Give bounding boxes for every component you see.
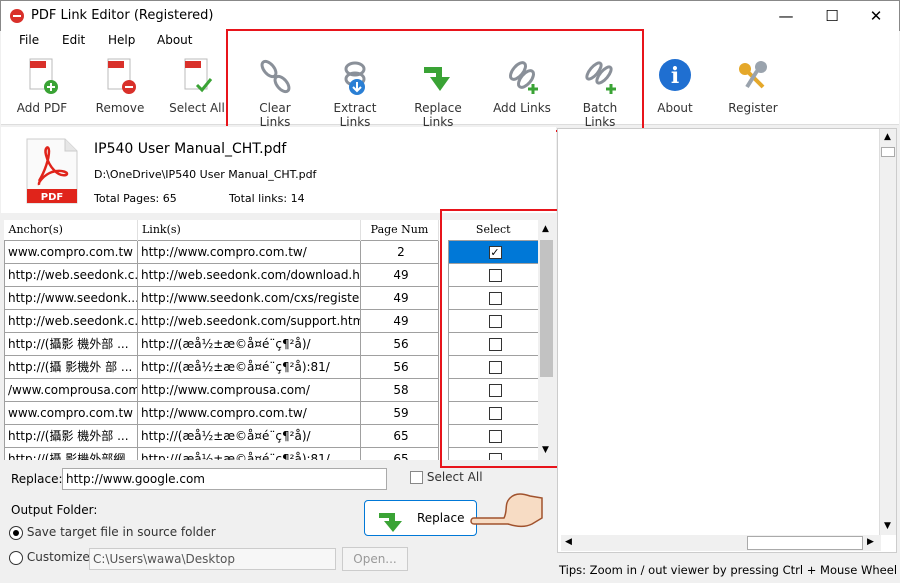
page-cell: 49: [360, 308, 439, 333]
pdf-icon-label: PDF: [41, 192, 63, 203]
total-links: Total links: 14: [229, 192, 305, 205]
output-folder-label: Output Folder:: [11, 503, 98, 517]
select-column-highlight-box: [440, 209, 562, 468]
page-cell: 58: [360, 377, 439, 402]
link-cell: http://www.compro.com.tw/: [137, 239, 361, 264]
replace-input[interactable]: [62, 468, 387, 490]
radio-source-folder[interactable]: Save target file in source folder: [9, 525, 216, 540]
remove-pdf-icon: [107, 58, 136, 94]
page-cell: 49: [360, 262, 439, 287]
radio-source-folder-indicator[interactable]: [9, 525, 23, 540]
link-cell: http://(æå½±æ©å¤é¨ç¶²å)/: [137, 331, 361, 356]
remove-label: Remove: [95, 101, 145, 115]
file-info-panel: PDF IP540 User Manual_CHT.pdf D:\OneDriv…: [1, 127, 556, 213]
header-link[interactable]: Link(s): [137, 220, 361, 240]
link-cell: http://web.seedonk.com/support.html: [137, 308, 361, 333]
replace-button[interactable]: Replace: [364, 500, 477, 536]
link-cell: http://web.seedonk.com/download.ht...: [137, 262, 361, 287]
page-cell: 65: [360, 423, 439, 448]
anchor-cell: http://(攝影 機外部 ...: [4, 331, 138, 356]
add-pdf-button[interactable]: Add PDF: [15, 57, 69, 115]
status-tips: Tips: Zoom in / out viewer by pressing C…: [559, 563, 898, 577]
info-icon: i: [659, 59, 691, 91]
total-pages: Total Pages: 65: [94, 192, 177, 205]
anchor-cell: /www.comprousa.com: [4, 377, 138, 402]
page-cell: 56: [360, 354, 439, 379]
replace-button-label: Replace: [417, 511, 465, 525]
select-all-label: Select All: [169, 101, 225, 115]
minimize-button[interactable]: —: [763, 1, 809, 32]
anchor-cell: www.compro.com.tw: [4, 239, 138, 264]
radio-source-folder-label: Save target file in source folder: [26, 525, 216, 539]
viewer-scroll-down-icon[interactable]: ▼: [884, 521, 891, 531]
page-cell: 65: [360, 446, 439, 460]
page-cell: 59: [360, 400, 439, 425]
link-cell: http://(æå½±æ©å¤é¨ç¶²å):81/: [137, 446, 361, 460]
viewer-scroll-up-icon[interactable]: ▲: [884, 132, 891, 142]
menu-file[interactable]: File: [19, 33, 39, 47]
pointing-hand-icon: [470, 493, 543, 528]
radio-customize[interactable]: Customize:: [9, 550, 94, 565]
title-bar: PDF Link Editor (Registered) — ☐ ✕: [0, 0, 900, 31]
add-pdf-label: Add PDF: [16, 101, 68, 115]
green-arrow-icon: [379, 513, 402, 532]
anchor-cell: http://(攝影 機外部 ...: [4, 423, 138, 448]
anchor-cell: http://www.seedonk....: [4, 285, 138, 310]
link-cell: http://www.compro.com.tw/: [137, 400, 361, 425]
add-pdf-icon: [29, 58, 58, 94]
radio-customize-indicator[interactable]: [9, 550, 23, 565]
window-title: PDF Link Editor (Registered): [31, 8, 214, 23]
remove-button[interactable]: Remove: [93, 57, 147, 115]
anchor-cell: http://(攝 影機外部網: [4, 446, 138, 460]
select-all-checkbox[interactable]: Select All: [410, 470, 483, 484]
file-name: IP540 User Manual_CHT.pdf: [94, 141, 287, 157]
header-anchor[interactable]: Anchor(s): [4, 220, 138, 240]
app-icon: [10, 9, 24, 23]
maximize-button[interactable]: ☐: [809, 1, 855, 32]
viewer-horizontal-scrollbar[interactable]: ◀ ▶: [561, 535, 881, 551]
viewer-scroll-thumb[interactable]: [881, 147, 895, 157]
page-cell: 2: [360, 239, 439, 264]
viewer-hscroll-thumb[interactable]: [747, 536, 863, 550]
radio-customize-label: Customize:: [26, 550, 94, 564]
pdf-viewer[interactable]: ▲ ▼ ◀ ▶: [557, 128, 897, 553]
link-cell: http://(æå½±æ©å¤é¨ç¶²å)/: [137, 423, 361, 448]
viewer-scroll-right-icon[interactable]: ▶: [867, 537, 874, 547]
page-cell: 49: [360, 285, 439, 310]
file-path: D:\OneDrive\IP540 User Manual_CHT.pdf: [94, 168, 317, 181]
register-button[interactable]: Register: [727, 57, 779, 115]
about-button[interactable]: i About: [653, 57, 697, 115]
anchor-cell: http://web.seedonk.c...: [4, 308, 138, 333]
viewer-scroll-left-icon[interactable]: ◀: [565, 537, 572, 547]
pdf-file-icon: PDF: [26, 138, 78, 204]
svg-text:i: i: [671, 63, 679, 89]
open-button[interactable]: Open...: [342, 547, 408, 571]
link-cell: http://www.comprousa.com/: [137, 377, 361, 402]
select-all-button[interactable]: Select All: [169, 57, 225, 115]
menu-about[interactable]: About: [157, 33, 192, 47]
menu-help[interactable]: Help: [108, 33, 135, 47]
about-label: About: [657, 101, 693, 115]
anchor-cell: www.compro.com.tw: [4, 400, 138, 425]
select-all-icon: [184, 58, 213, 93]
replace-label: Replace:: [11, 472, 63, 486]
link-cell: http://www.seedonk.com/cxs/register....: [137, 285, 361, 310]
keys-icon: [739, 61, 767, 89]
anchor-cell: http://(攝 影機外 部 ...: [4, 354, 138, 379]
anchor-cell: http://web.seedonk.c...: [4, 262, 138, 287]
register-label: Register: [728, 101, 778, 115]
toolbar-highlight-box: [226, 29, 644, 132]
header-page-num[interactable]: Page Num: [360, 220, 439, 240]
custom-path-input[interactable]: [89, 548, 336, 570]
page-cell: 56: [360, 331, 439, 356]
select-all-checkbox-label: Select All: [426, 470, 483, 484]
menu-edit[interactable]: Edit: [62, 33, 85, 47]
link-cell: http://(æå½±æ©å¤é¨ç¶²å):81/: [137, 354, 361, 379]
viewer-vertical-scrollbar[interactable]: ▲ ▼: [879, 129, 896, 535]
close-button[interactable]: ✕: [853, 1, 899, 32]
